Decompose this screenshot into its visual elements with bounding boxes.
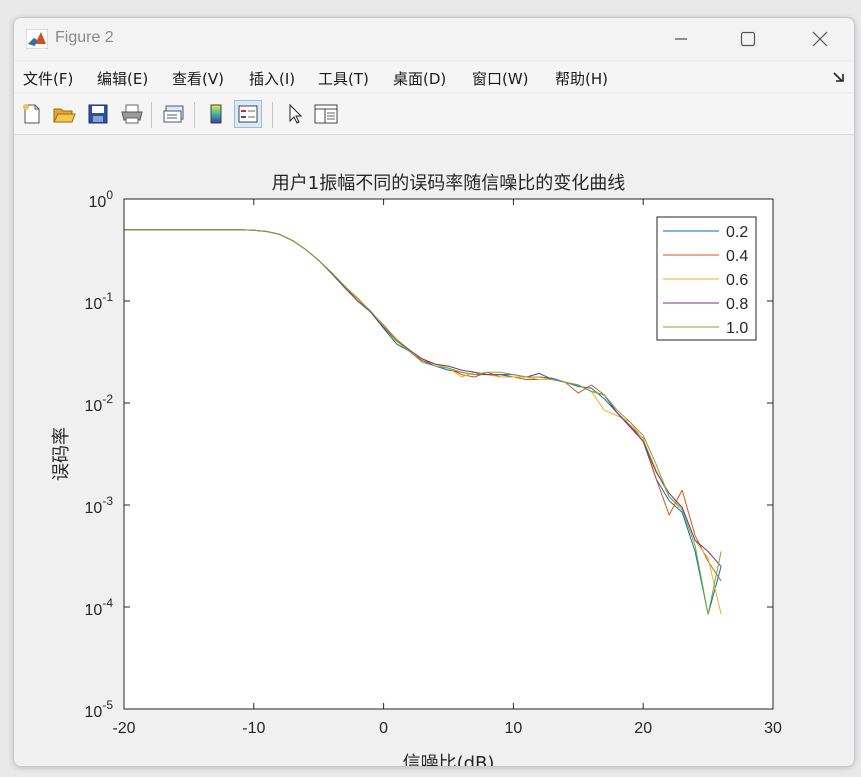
y-tick-label: 10-3 — [85, 494, 114, 517]
x-tick-label: 0 — [379, 720, 388, 737]
x-tick-label: -20 — [112, 720, 135, 737]
legend-label-0.8: 0.8 — [726, 296, 748, 313]
open-file-button[interactable] — [50, 100, 78, 128]
y-axis-label: 误码率 — [51, 427, 72, 481]
y-tick-label: 10-5 — [85, 698, 114, 721]
menu-tools[interactable]: 工具(T) — [318, 68, 369, 89]
dock-arrow-icon[interactable] — [832, 70, 846, 84]
maximize-icon — [740, 31, 756, 47]
menu-insert[interactable]: 插入(I) — [249, 68, 295, 89]
y-tick-label: 100 — [89, 188, 114, 211]
figure-window: Figure 2 文件(F) 编辑(E) 查看(V) 插入(I) 工具(T) 桌… — [13, 17, 855, 767]
y-tick-label: 10-1 — [85, 290, 114, 313]
menu-edit[interactable]: 编辑(E) — [97, 68, 148, 89]
menu-view[interactable]: 查看(V) — [172, 68, 224, 89]
x-tick-label: 20 — [634, 720, 652, 737]
x-axis-label: 信噪比(dB) — [403, 753, 495, 766]
property-inspector-button[interactable] — [312, 100, 340, 128]
new-figure-button[interactable] — [18, 100, 46, 128]
edit-plot-button[interactable] — [280, 100, 308, 128]
y-tick-label: 10-4 — [85, 596, 114, 619]
toolbar-separator — [272, 102, 273, 128]
property-inspector-icon — [314, 104, 338, 124]
save-icon — [88, 104, 108, 124]
menu-help[interactable]: 帮助(H) — [555, 68, 608, 89]
edit-plot-icon — [289, 103, 303, 124]
print-icon — [121, 104, 143, 124]
chart-title: 用户1振幅不同的误码率随信噪比的变化曲线 — [272, 173, 625, 194]
window-title: Figure 2 — [55, 29, 114, 46]
print-button[interactable] — [118, 100, 146, 128]
maximize-button[interactable] — [725, 24, 771, 54]
menu-file[interactable]: 文件(F) — [23, 68, 73, 89]
new-figure-icon — [23, 104, 40, 124]
plot-svg: -20 -10 0 10 20 30 100 10-1 10-2 10-3 10-4 10-5 用户1振… — [51, 173, 782, 766]
menu-window[interactable]: 窗口(W) — [472, 68, 529, 89]
y-tick-label: 10-2 — [85, 392, 114, 415]
open-file-icon — [53, 108, 76, 123]
link-plot-icon — [163, 105, 184, 123]
figure-canvas: -20 -10 0 10 20 30 100 10-1 10-2 10-3 10-4 10-5 用户1振… — [14, 135, 854, 766]
matlab-logo-icon — [26, 29, 48, 49]
save-button[interactable] — [84, 100, 112, 128]
insert-colorbar-button[interactable] — [202, 100, 230, 128]
insert-legend-button[interactable] — [234, 100, 262, 128]
legend-label-0.2: 0.2 — [726, 224, 748, 241]
legend-label-0.6: 0.6 — [726, 272, 748, 289]
insert-colorbar-icon — [210, 104, 222, 124]
close-button[interactable] — [797, 24, 843, 54]
legend-label-1.0: 1.0 — [726, 320, 748, 337]
x-tick-label: -10 — [242, 720, 265, 737]
x-tick-label: 30 — [764, 720, 782, 737]
toolbar-separator — [194, 102, 195, 128]
legend-label-0.4: 0.4 — [726, 248, 748, 265]
close-icon — [812, 31, 828, 47]
x-tick-label: 10 — [505, 720, 523, 737]
minimize-icon — [675, 38, 687, 40]
figure-toolbar — [14, 94, 854, 135]
insert-legend-icon — [238, 105, 258, 123]
title-bar[interactable]: Figure 2 — [14, 18, 854, 60]
link-plot-button[interactable] — [160, 100, 188, 128]
toolbar-separator — [151, 102, 152, 128]
menu-bar: 文件(F) 编辑(E) 查看(V) 插入(I) 工具(T) 桌面(D) 窗口(W… — [14, 62, 854, 92]
menu-desktop[interactable]: 桌面(D) — [393, 68, 446, 89]
minimize-button[interactable] — [658, 24, 704, 54]
